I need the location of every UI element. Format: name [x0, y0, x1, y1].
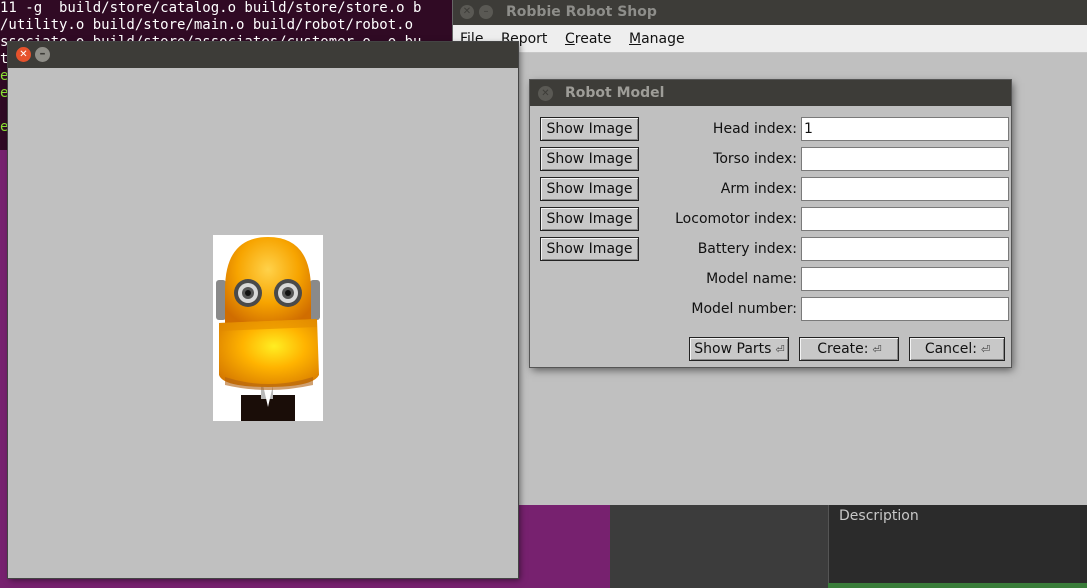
- head-index-label: Head index:: [712, 121, 797, 137]
- model-number-label: Model number:: [691, 301, 797, 317]
- menu-label: anage: [641, 31, 685, 47]
- create-label: Create:: [817, 341, 869, 357]
- menu-create[interactable]: Create: [565, 31, 612, 47]
- progress-strip: [828, 583, 1087, 588]
- head-index-field[interactable]: 1: [801, 117, 1009, 141]
- show-parts-button[interactable]: Show Parts ⏎: [689, 337, 789, 361]
- minimize-icon[interactable]: –: [479, 5, 493, 19]
- minimize-icon[interactable]: –: [35, 47, 50, 62]
- image-titlebar[interactable]: ✕ –: [8, 42, 518, 68]
- locomotor-index-label: Locomotor index:: [675, 211, 797, 227]
- torso-index-label: Torso index:: [713, 151, 797, 167]
- dialog-titlebar[interactable]: ✕ Robot Model: [530, 80, 1011, 106]
- description-label: Description: [839, 508, 919, 524]
- description-box[interactable]: Description: [828, 505, 1087, 583]
- arm-index-field[interactable]: [801, 177, 1009, 201]
- cancel-button[interactable]: Cancel: ⏎: [909, 337, 1005, 361]
- close-icon[interactable]: ✕: [538, 86, 553, 101]
- robot-head-icon: [216, 237, 320, 421]
- robot-head-image: [213, 235, 323, 421]
- enter-key-icon: ⏎: [980, 343, 990, 356]
- menu-mnemonic: C: [565, 31, 575, 47]
- menu-label: reate: [574, 31, 612, 47]
- model-name-label: Model name:: [706, 271, 797, 287]
- enter-key-icon: ⏎: [872, 343, 882, 356]
- torso-index-field[interactable]: [801, 147, 1009, 171]
- model-name-field[interactable]: [801, 267, 1009, 291]
- close-icon[interactable]: ✕: [16, 47, 31, 62]
- locomotor-index-field[interactable]: [801, 207, 1009, 231]
- main-titlebar[interactable]: ✕ – Robbie Robot Shop: [453, 0, 1087, 25]
- dialog-title: Robot Model: [565, 85, 665, 101]
- menu-manage[interactable]: Manage: [629, 31, 685, 47]
- image-window: ✕ –: [8, 42, 518, 578]
- enter-key-icon: ⏎: [775, 343, 784, 356]
- menu-mnemonic: M: [629, 31, 642, 47]
- window-title: Robbie Robot Shop: [506, 4, 657, 20]
- menu-bar: File Report Create Manage: [453, 25, 1087, 53]
- close-icon[interactable]: ✕: [460, 5, 474, 19]
- battery-index-label: Battery index:: [697, 241, 797, 257]
- model-number-field[interactable]: [801, 297, 1009, 321]
- battery-index-field[interactable]: [801, 237, 1009, 261]
- terminal-line: /utility.o build/store/main.o build/robo…: [0, 17, 414, 33]
- create-button[interactable]: Create: ⏎: [799, 337, 899, 361]
- show-parts-label: Show Parts: [694, 341, 772, 357]
- cancel-label: Cancel:: [924, 341, 977, 357]
- robot-model-dialog: ✕ Robot Model Show Image Show Image Show…: [530, 80, 1011, 367]
- terminal-line: 11 -g build/store/catalog.o build/store/…: [0, 0, 422, 16]
- arm-index-label: Arm index:: [720, 181, 797, 197]
